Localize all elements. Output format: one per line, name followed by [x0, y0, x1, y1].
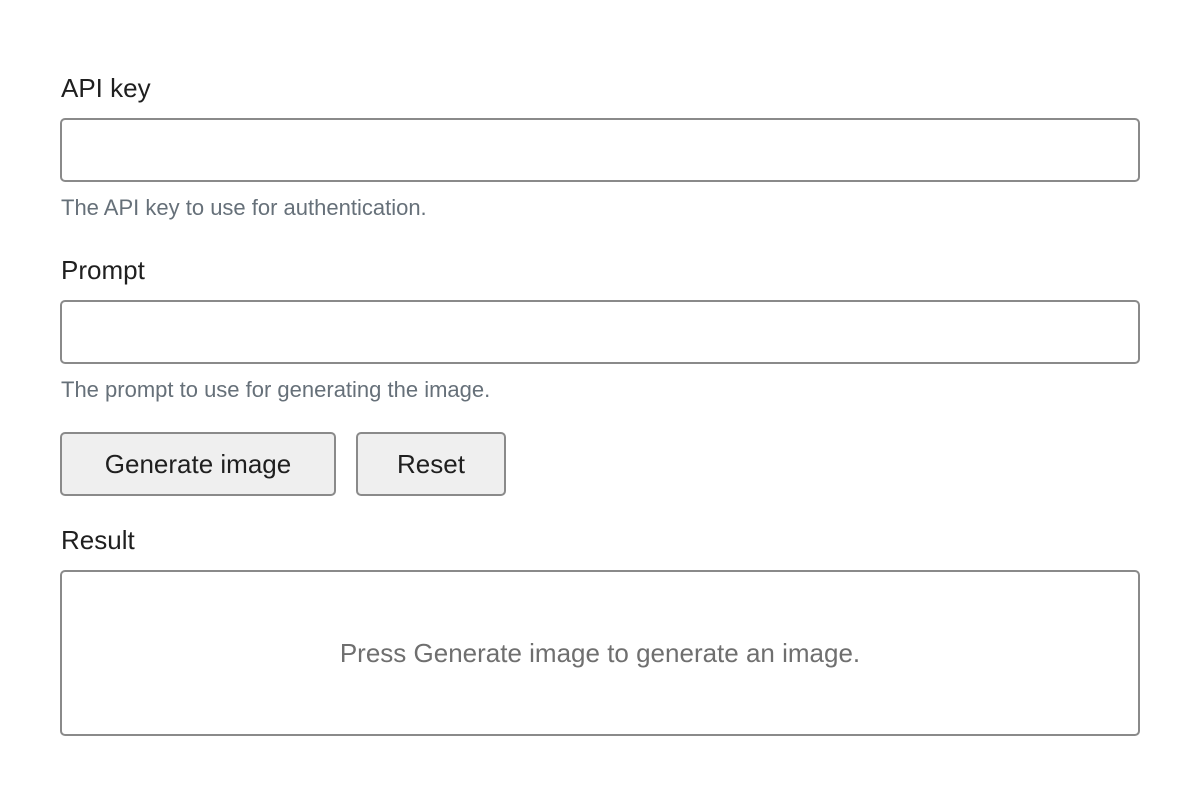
prompt-help-text: The prompt to use for generating the ima…	[61, 377, 491, 402]
api-key-input[interactable]	[60, 118, 1140, 182]
prompt-input[interactable]	[60, 300, 1140, 364]
generate-image-button[interactable]: Generate image	[60, 432, 336, 496]
result-panel: Press Generate image to generate an imag…	[60, 570, 1140, 736]
result-placeholder-message: Press Generate image to generate an imag…	[339, 637, 861, 668]
api-key-help-text: The API key to use for authentication.	[61, 195, 427, 220]
image-generation-form: API key The API key to use for authentic…	[0, 0, 1200, 804]
prompt-label: Prompt	[61, 255, 145, 285]
reset-button[interactable]: Reset	[356, 432, 506, 496]
api-key-label: API key	[61, 73, 151, 103]
result-label: Result	[61, 525, 135, 555]
